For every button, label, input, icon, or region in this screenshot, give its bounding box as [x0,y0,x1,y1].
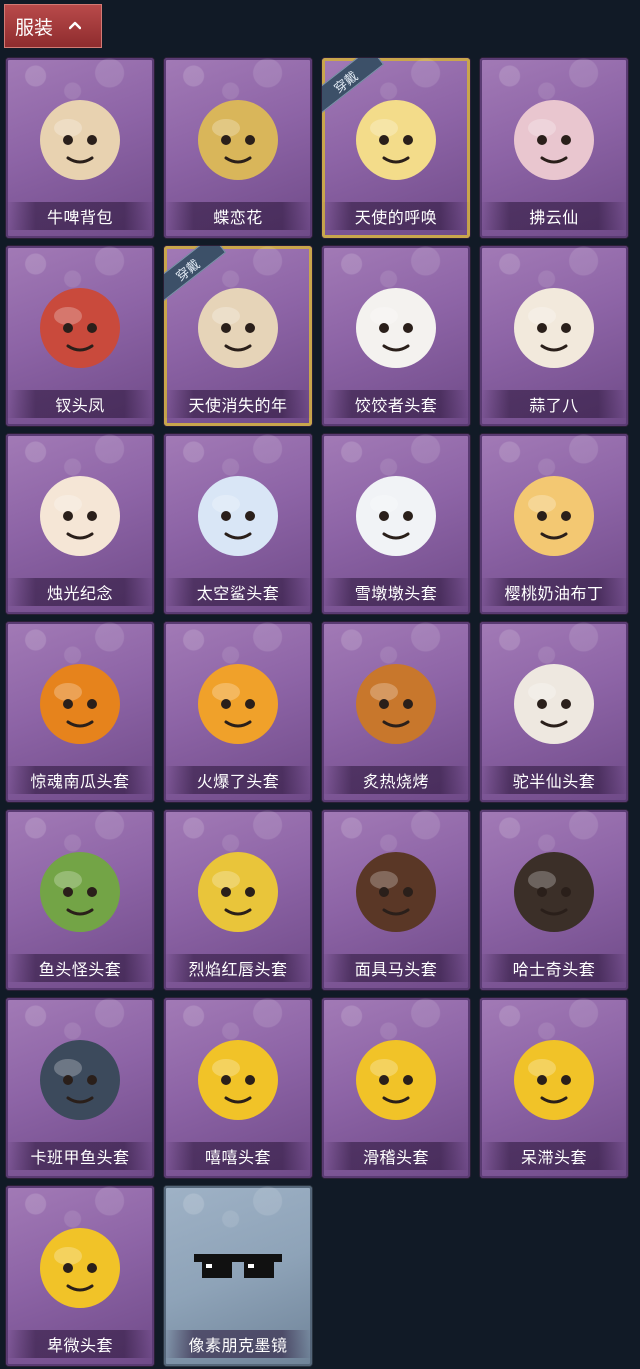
costume-card[interactable]: 饺饺者头套 [322,246,470,426]
cow-beer-backpack-icon [30,78,130,188]
costume-card[interactable]: 卡班甲鱼头套 [6,998,154,1178]
costume-name: 拂云仙 [480,202,628,230]
costume-name: 钗头凤 [6,390,154,418]
costume-card[interactable]: 牛啤背包 [6,58,154,238]
costume-card[interactable]: 拂云仙 [480,58,628,238]
candle-head-icon [30,454,130,564]
costume-name: 烛光纪念 [6,578,154,606]
costume-card[interactable]: 驼半仙头套 [480,622,628,802]
costume-card[interactable]: 樱桃奶油布丁 [480,434,628,614]
bbq-head-icon [346,642,446,752]
costume-card[interactable]: 烈焰红唇头套 [164,810,312,990]
costume-card[interactable]: 穿戴 天使的呼唤 [322,58,470,238]
pixel-sunglasses-icon [188,1206,288,1316]
phoenix-crown-icon [30,266,130,376]
bear-sunglasses-icon [504,642,604,752]
costume-grid: 牛啤背包 蝶恋花 穿戴 天使的呼唤 拂云仙钗头凤 穿戴 天使消失的年 饺饺者头套 蒜了八烛光纪念… [0,0,640,1369]
husky-mask-icon [504,830,604,940]
costume-name: 驼半仙头套 [480,766,628,794]
costume-name: 蒜了八 [480,390,628,418]
costume-name: 蝶恋花 [164,202,312,230]
horse-mask-icon [346,830,446,940]
costume-card[interactable]: 钗头凤 [6,246,154,426]
costume-card[interactable]: 烛光纪念 [6,434,154,614]
costume-card[interactable]: 卑微头套 [6,1186,154,1366]
costume-card[interactable]: 像素朋克墨镜 [164,1186,312,1366]
costume-card[interactable]: 滑稽头套 [322,998,470,1178]
costume-name: 像素朋克墨镜 [164,1330,312,1358]
costume-card[interactable]: 蒜了八 [480,246,628,426]
costume-name: 惊魂南瓜头套 [6,766,154,794]
dazed-emoji-icon [504,1018,604,1128]
cloud-fairy-icon [504,78,604,188]
costume-name: 烈焰红唇头套 [164,954,312,982]
costume-name: 呆滞头套 [480,1142,628,1170]
butterfly-bell-icon [188,78,288,188]
costume-card[interactable]: 面具马头套 [322,810,470,990]
costume-name: 嘻嘻头套 [164,1142,312,1170]
costume-card[interactable]: 惊魂南瓜头套 [6,622,154,802]
pumpkin-head-icon [30,642,130,752]
costume-card[interactable]: 哈士奇头套 [480,810,628,990]
angel-girl-icon [188,266,288,376]
fish-head-icon [30,830,130,940]
grin-emoji-icon [188,1018,288,1128]
costume-card[interactable]: 穿戴 天使消失的年 [164,246,312,426]
costume-card[interactable]: 鱼头怪头套 [6,810,154,990]
costume-card[interactable]: 炙热烧烤 [322,622,470,802]
snowman-head-icon [346,454,446,564]
costume-name: 天使消失的年 [164,390,312,418]
garlic-head-icon [504,266,604,376]
costume-name: 滑稽头套 [322,1142,470,1170]
costume-name: 雪墩墩头套 [322,578,470,606]
costume-name: 卡班甲鱼头套 [6,1142,154,1170]
costume-name: 鱼头怪头套 [6,954,154,982]
costume-name: 面具马头套 [322,954,470,982]
pudding-head-icon [504,454,604,564]
humble-emoji-icon [30,1206,130,1316]
costume-card[interactable]: 火爆了头套 [164,622,312,802]
costume-card[interactable]: 呆滞头套 [480,998,628,1178]
costume-card[interactable]: 雪墩墩头套 [322,434,470,614]
costume-name: 卑微头套 [6,1330,154,1358]
costume-card[interactable]: 太空鲨头套 [164,434,312,614]
space-shark-icon [188,454,288,564]
costume-name: 太空鲨头套 [164,578,312,606]
funny-emoji-icon [346,1018,446,1128]
fire-head-icon [188,642,288,752]
costume-name: 樱桃奶油布丁 [480,578,628,606]
costume-name: 火爆了头套 [164,766,312,794]
costume-name: 炙热烧烤 [322,766,470,794]
angel-figure-icon [346,78,446,188]
costume-card[interactable]: 蝶恋花 [164,58,312,238]
costume-name: 天使的呼唤 [322,202,470,230]
costume-name: 哈士奇头套 [480,954,628,982]
dumpling-head-icon [346,266,446,376]
costume-name: 饺饺者头套 [322,390,470,418]
costume-name: 牛啤背包 [6,202,154,230]
costume-card[interactable]: 嘻嘻头套 [164,998,312,1178]
whale-head-icon [30,1018,130,1128]
pikachu-mask-icon [188,830,288,940]
